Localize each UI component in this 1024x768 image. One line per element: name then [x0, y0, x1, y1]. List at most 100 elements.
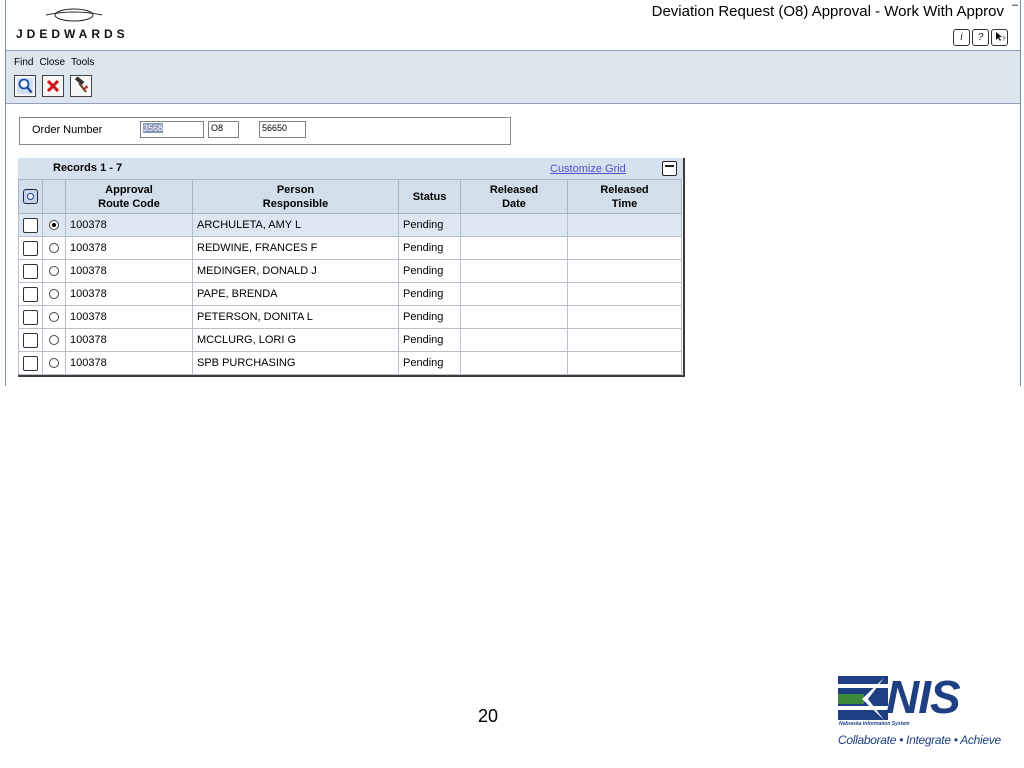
help-icons: i ? ? [953, 29, 1008, 46]
cell-person-responsible: PETERSON, DONITA L [192, 305, 399, 329]
cell-status: Pending [398, 259, 461, 283]
cell-status: Pending [398, 351, 461, 375]
cell-released-date [460, 305, 568, 329]
row-checkbox[interactable] [23, 263, 38, 279]
select-all-header[interactable] [18, 179, 43, 214]
menu-close[interactable]: Close [39, 57, 65, 68]
row-select-radio[interactable] [49, 358, 59, 369]
cell-person-responsible: ARCHULETA, AMY L [192, 213, 399, 237]
tools-button[interactable] [70, 75, 92, 97]
menu-find[interactable]: Find [14, 57, 33, 68]
app-window: JDEDWARDS Deviation Request (O8) Approva… [5, 0, 1021, 386]
table-row[interactable]: 100378 MEDINGER, DONALD J Pending [18, 259, 682, 283]
column-approval-route-code[interactable]: Approval Route Code [65, 179, 193, 214]
menu-tools[interactable]: Tools [71, 57, 94, 68]
find-button[interactable] [14, 75, 36, 97]
pointer-help-icon[interactable]: ? [991, 29, 1008, 46]
row-radio-cell[interactable] [42, 282, 66, 306]
row-checkbox[interactable] [23, 217, 38, 233]
row-radio-cell[interactable] [42, 351, 66, 375]
row-radio-cell[interactable] [42, 236, 66, 260]
cell-status: Pending [398, 305, 461, 329]
cell-route-code: 100378 [65, 259, 193, 283]
row-select-radio[interactable] [49, 312, 59, 323]
column-status[interactable]: Status [398, 179, 461, 214]
cell-status: Pending [398, 236, 461, 260]
cell-released-time [567, 282, 682, 306]
collapse-grid-icon[interactable] [662, 161, 677, 176]
order-number-field[interactable]: 56650 [259, 121, 306, 138]
cell-released-date [460, 328, 568, 352]
red-x-icon [46, 79, 60, 93]
row-radio-cell[interactable] [42, 305, 66, 329]
row-checkbox-cell[interactable] [18, 305, 43, 329]
row-checkbox-cell[interactable] [18, 213, 43, 237]
row-radio-cell[interactable] [42, 213, 66, 237]
row-select-radio[interactable] [49, 243, 59, 254]
row-checkbox-cell[interactable] [18, 328, 43, 352]
cell-released-date [460, 236, 568, 260]
row-checkbox[interactable] [23, 355, 38, 371]
help-icon[interactable]: ? [972, 29, 989, 46]
cell-status: Pending [398, 213, 461, 237]
table-row[interactable]: 100378 PAPE, BRENDA Pending [18, 282, 682, 306]
approval-grid: Records 1 - 7 Customize Grid Approval Rou… [18, 158, 685, 377]
nis-subtitle: Nebraska Information System [839, 721, 910, 727]
cell-route-code: 100378 [65, 236, 193, 260]
nis-star-icon [838, 676, 888, 720]
row-radio-cell[interactable] [42, 328, 66, 352]
app-header: JDEDWARDS Deviation Request (O8) Approva… [6, 0, 1020, 51]
table-row[interactable]: 100378 MCCLURG, LORI G Pending [18, 328, 682, 352]
order-number-filter: Order Number 3568 O8 56650 [19, 117, 511, 145]
toolbar-menu: Find Close Tools [14, 57, 94, 68]
grid-body: 100378 ARCHULETA, AMY L Pending 100378 REDWI… [18, 213, 682, 375]
table-row[interactable]: 100378 REDWINE, FRANCES F Pending [18, 236, 682, 260]
cell-person-responsible: PAPE, BRENDA [192, 282, 399, 306]
order-number-label: Order Number [32, 124, 103, 136]
row-select-radio[interactable] [49, 266, 59, 277]
jde-swoosh-icon [45, 8, 103, 22]
row-checkbox-cell[interactable] [18, 351, 43, 375]
grid-header-bar: Records 1 - 7 Customize Grid [18, 158, 683, 179]
records-count: Records 1 - 7 [53, 162, 123, 174]
row-select-radio[interactable] [49, 289, 59, 300]
column-person-responsible[interactable]: Person Responsible [192, 179, 399, 214]
cell-released-time [567, 305, 682, 329]
cell-route-code: 100378 [65, 351, 193, 375]
cell-person-responsible: MEDINGER, DONALD J [192, 259, 399, 283]
cell-person-responsible: MCCLURG, LORI G [192, 328, 399, 352]
info-icon[interactable]: i [953, 29, 970, 46]
table-row[interactable]: 100378 SPB PURCHASING Pending [18, 351, 682, 375]
order-company-field[interactable]: 3568 [140, 121, 204, 138]
row-checkbox[interactable] [23, 309, 38, 325]
brand-logo: JDEDWARDS [16, 27, 129, 41]
cell-route-code: 100378 [65, 213, 193, 237]
row-checkbox-cell[interactable] [18, 259, 43, 283]
table-row[interactable]: 100378 ARCHULETA, AMY L Pending [18, 213, 682, 237]
grid-table: Approval Route Code Person Responsible Sta… [18, 179, 682, 375]
cell-released-date [460, 213, 568, 237]
row-checkbox[interactable] [23, 240, 38, 256]
order-type-field[interactable]: O8 [208, 121, 239, 138]
cell-released-time [567, 213, 682, 237]
row-checkbox-cell[interactable] [18, 282, 43, 306]
cell-released-time [567, 259, 682, 283]
row-checkbox[interactable] [23, 332, 38, 348]
row-checkbox-cell[interactable] [18, 236, 43, 260]
column-released-time[interactable]: Released Time [567, 179, 682, 214]
table-row[interactable]: 100378 PETERSON, DONITA L Pending [18, 305, 682, 329]
customize-grid-link[interactable]: Customize Grid [550, 163, 626, 175]
cell-released-time [567, 236, 682, 260]
column-released-date[interactable]: Released Date [460, 179, 568, 214]
row-select-radio[interactable] [49, 335, 59, 346]
title-overflow-icon: – [1011, 0, 1018, 11]
row-select-radio[interactable] [49, 220, 59, 231]
slide-page-number: 20 [478, 706, 499, 726]
select-all-icon[interactable] [23, 189, 38, 204]
radio-column-header [42, 179, 66, 214]
row-checkbox[interactable] [23, 286, 38, 302]
grid-column-headers: Approval Route Code Person Responsible Sta… [18, 179, 682, 214]
close-button[interactable] [42, 75, 64, 97]
toolbar: Find Close Tools [6, 51, 1020, 104]
row-radio-cell[interactable] [42, 259, 66, 283]
